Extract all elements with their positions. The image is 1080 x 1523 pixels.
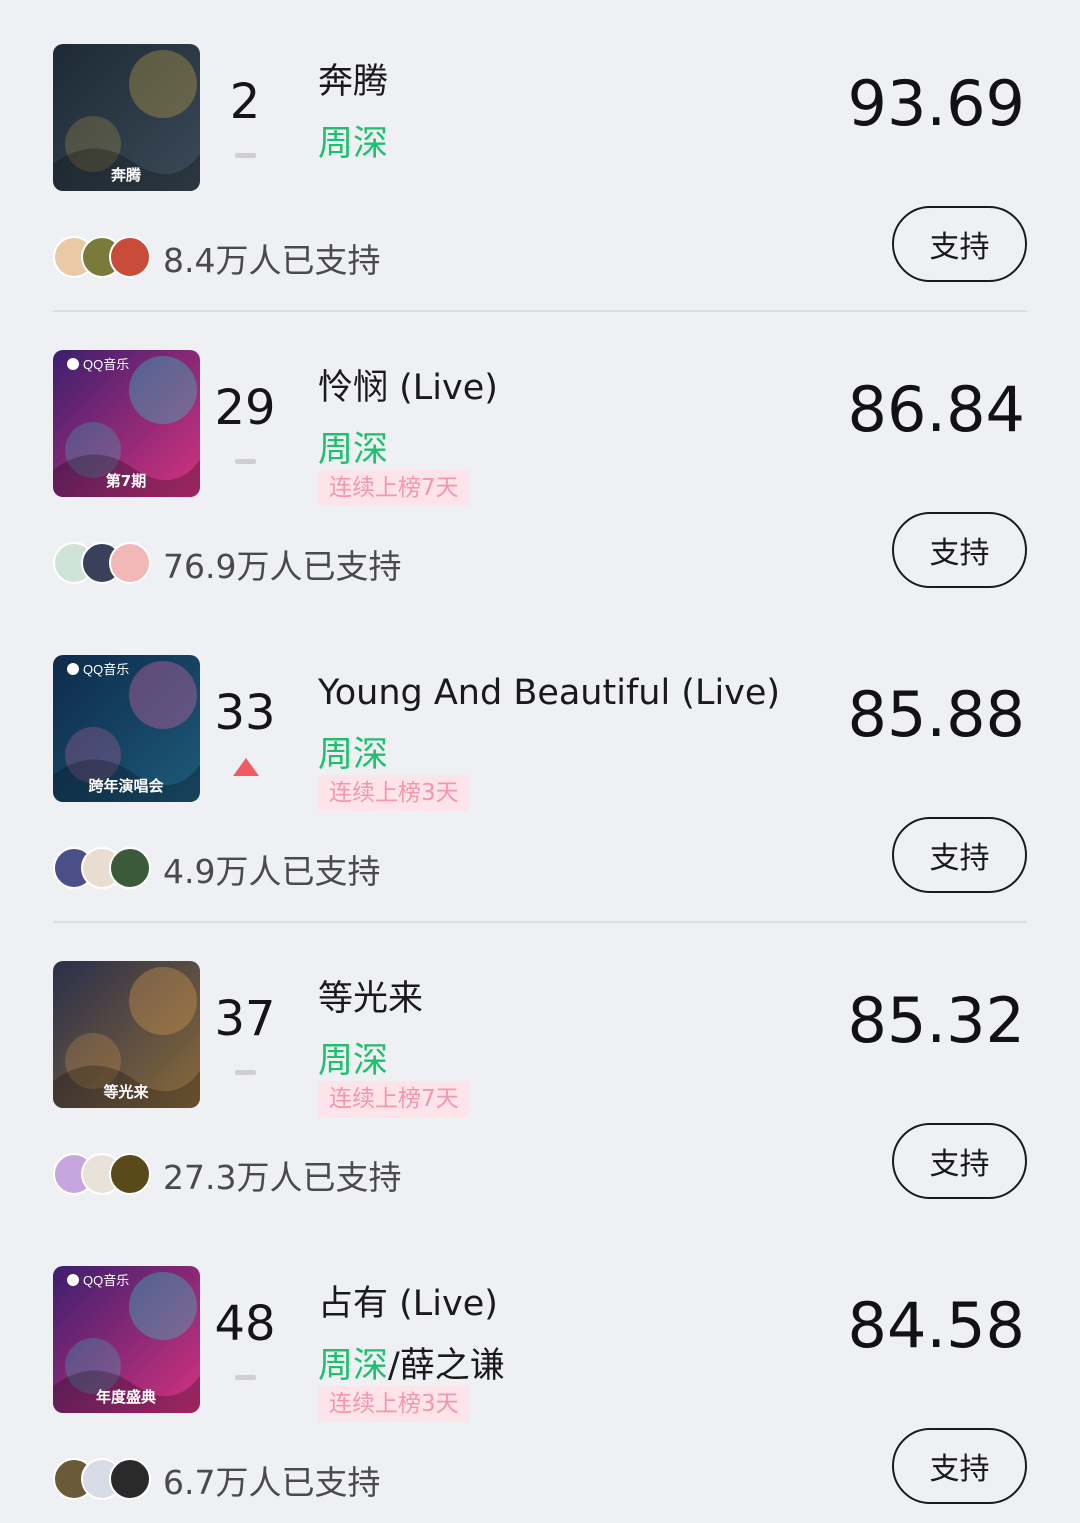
- svg-text:第7期: 第7期: [106, 472, 146, 490]
- rank-unchanged-icon: [235, 1375, 256, 1380]
- svg-text:跨年演唱会: 跨年演唱会: [88, 777, 163, 795]
- song-title[interactable]: Young And Beautiful (Live): [318, 669, 780, 717]
- artist-primary[interactable]: 周深: [318, 735, 388, 775]
- supporter-avatars: [53, 542, 153, 586]
- avatar: [109, 236, 151, 278]
- song-title[interactable]: 怜悯 (Live): [318, 364, 498, 412]
- supporter-count: 27.3万人已支持: [163, 1158, 402, 1197]
- score-value: 84.58: [847, 1289, 1026, 1362]
- avatar: [109, 542, 151, 584]
- streak-badge: 连续上榜3天: [318, 1386, 470, 1422]
- artist-name[interactable]: 周深: [318, 731, 388, 779]
- rank-number: 33: [214, 685, 276, 741]
- rank-unchanged-icon: [235, 1070, 256, 1075]
- supporter-avatars: [53, 1458, 153, 1502]
- supporter-count: 76.9万人已支持: [163, 547, 402, 586]
- chart-list: 奔腾 2 奔腾 周深 93.69 8.4万人已支持 支持 QQ音乐 第7期 29 怜悯 (L…: [0, 0, 1080, 1523]
- score-value: 93.69: [847, 67, 1026, 140]
- score-value: 85.32: [847, 984, 1026, 1057]
- support-button[interactable]: 支持: [892, 1123, 1027, 1199]
- svg-text:奔腾: 奔腾: [110, 166, 142, 184]
- artist-name[interactable]: 周深: [318, 426, 388, 474]
- rank-unchanged-icon: [235, 459, 256, 464]
- rank-number: 29: [214, 380, 276, 436]
- streak-badge: 连续上榜7天: [318, 1081, 470, 1117]
- rank-number: 37: [214, 991, 276, 1047]
- avatar: [109, 1458, 151, 1500]
- artist-name[interactable]: 周深/薛之谦: [318, 1342, 505, 1390]
- artist-primary[interactable]: 周深: [318, 124, 388, 164]
- song-title[interactable]: 占有 (Live): [318, 1280, 498, 1328]
- supporter-avatars: [53, 236, 153, 280]
- score-value: 86.84: [847, 373, 1026, 446]
- avatar: [109, 847, 151, 889]
- artist-name[interactable]: 周深: [318, 120, 388, 168]
- avatar: [109, 1153, 151, 1195]
- svg-text:QQ音乐: QQ音乐: [83, 357, 129, 372]
- album-cover[interactable]: 等光来: [53, 961, 200, 1108]
- album-cover[interactable]: 奔腾: [53, 44, 200, 191]
- song-entry[interactable]: QQ音乐 跨年演唱会 33 Young And Beautiful (Live) 周…: [0, 611, 1080, 923]
- song-entry[interactable]: QQ音乐 年度盛典 48 占有 (Live) 周深/薛之谦 连续上榜3天 84.58 6.…: [0, 1222, 1080, 1523]
- rank-unchanged-icon: [235, 153, 256, 158]
- svg-text:QQ音乐: QQ音乐: [83, 1273, 129, 1288]
- song-title[interactable]: 奔腾: [318, 58, 388, 106]
- album-cover[interactable]: QQ音乐 第7期: [53, 350, 200, 497]
- svg-text:等光来: 等光来: [103, 1083, 149, 1101]
- support-button[interactable]: 支持: [892, 1428, 1027, 1504]
- song-title[interactable]: 等光来: [318, 975, 423, 1023]
- support-button[interactable]: 支持: [892, 206, 1027, 282]
- song-entry[interactable]: 等光来 37 等光来 周深 连续上榜7天 85.32 27.3万人已支持 支持: [0, 917, 1080, 1223]
- rank-number: 48: [214, 1296, 276, 1352]
- artist-primary[interactable]: 周深: [318, 1041, 388, 1081]
- song-entry[interactable]: QQ音乐 第7期 29 怜悯 (Live) 周深 连续上榜7天 86.84 76.9万人已…: [0, 306, 1080, 612]
- supporter-avatars: [53, 1153, 153, 1197]
- support-button[interactable]: 支持: [892, 817, 1027, 893]
- rank-number: 2: [229, 74, 261, 130]
- score-value: 85.88: [847, 678, 1026, 751]
- supporter-count: 6.7万人已支持: [163, 1463, 381, 1502]
- artist-primary[interactable]: 周深: [318, 1346, 388, 1386]
- album-cover[interactable]: QQ音乐 跨年演唱会: [53, 655, 200, 802]
- streak-badge: 连续上榜3天: [318, 775, 470, 811]
- svg-text:年度盛典: 年度盛典: [96, 1388, 156, 1406]
- rank-up-icon: [233, 758, 259, 776]
- streak-badge: 连续上榜7天: [318, 470, 470, 506]
- svg-text:QQ音乐: QQ音乐: [83, 662, 129, 677]
- artist-primary[interactable]: 周深: [318, 430, 388, 470]
- song-entry[interactable]: 奔腾 2 奔腾 周深 93.69 8.4万人已支持 支持: [0, 0, 1080, 312]
- artist-secondary[interactable]: /薛之谦: [388, 1346, 505, 1386]
- support-button[interactable]: 支持: [892, 512, 1027, 588]
- supporter-count: 4.9万人已支持: [163, 852, 381, 891]
- album-cover[interactable]: QQ音乐 年度盛典: [53, 1266, 200, 1413]
- artist-name[interactable]: 周深: [318, 1037, 388, 1085]
- supporter-count: 8.4万人已支持: [163, 241, 381, 280]
- supporter-avatars: [53, 847, 153, 891]
